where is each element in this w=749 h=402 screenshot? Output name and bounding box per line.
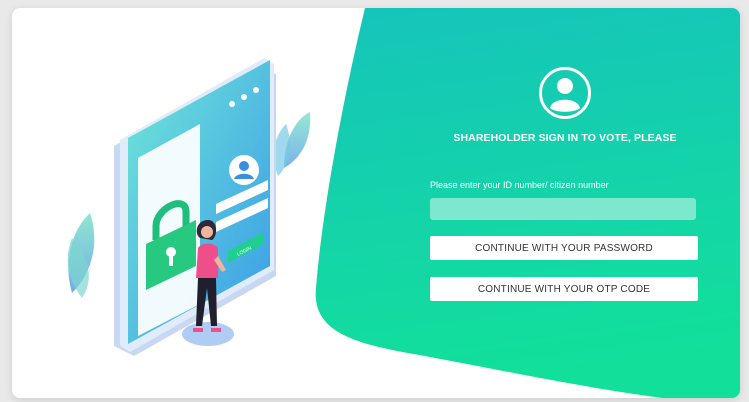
id-number-label: Please enter your ID number/ citizen num… [430, 180, 609, 190]
continue-with-otp-button[interactable]: CONTINUE WITH YOUR OTP CODE [430, 277, 698, 301]
id-number-input[interactable] [430, 198, 696, 220]
login-illustration: LOGIN [67, 58, 311, 356]
login-heading: SHAREHOLDER SIGN IN TO VOTE, PLEASE [453, 132, 677, 144]
device-frame: LOGIN [114, 58, 276, 356]
user-circle-icon [539, 67, 591, 119]
login-card: LOGIN SHAREHOLDER SIGN IN TO VOTE, PLEAS… [12, 8, 740, 398]
continue-with-password-button[interactable]: CONTINUE WITH YOUR PASSWORD [430, 236, 698, 260]
